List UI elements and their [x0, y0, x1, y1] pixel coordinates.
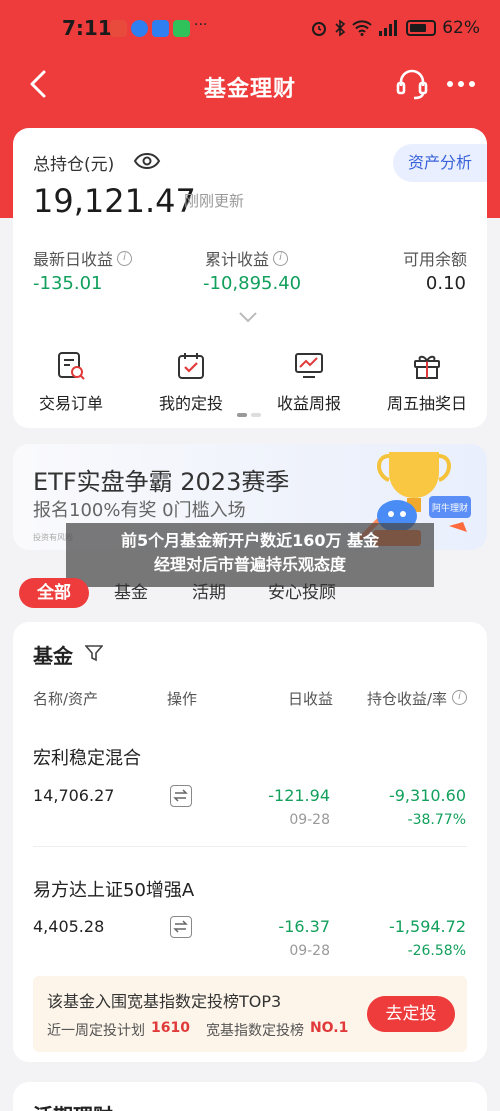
plan-label: 近一周定投计划: [47, 1023, 145, 1039]
battery-level: 62%: [442, 18, 480, 38]
wifi-icon: [352, 20, 372, 36]
info-icon[interactable]: i: [273, 250, 289, 266]
cumulative-income-value: -10,895.40: [203, 273, 302, 294]
shortcut-label: 交易订单: [38, 394, 103, 413]
shortcut-weekly-report[interactable]: 收益周报: [254, 350, 364, 414]
chart-monitor-icon: [295, 353, 323, 378]
gift-icon: [414, 355, 440, 379]
column-name-asset: 名称/资产: [33, 690, 99, 708]
total-holdings-label: 总持仓(元): [33, 155, 115, 175]
ranking-details: 近一周定投计划 1610 宽基指数定投榜 NO.1: [47, 1020, 348, 1040]
daily-income-label-text: 最新日收益: [33, 250, 114, 269]
fund-list-card: 基金 名称/资产 操作 日收益 持仓收益/率 i 宏利稳定混合 14,706.2…: [13, 622, 487, 1062]
fund-date: 09-28: [289, 812, 330, 828]
fund-ranking-promo: 该基金入围宽基指数定投榜TOP3 近一周定投计划 1610 宽基指数定投榜 NO…: [33, 976, 467, 1052]
column-holding-income: 持仓收益/率: [366, 690, 447, 708]
chat-notification-icon: [173, 20, 190, 37]
daily-income-label: 最新日收益 i: [33, 246, 133, 270]
fund-section-title: 基金: [33, 644, 73, 668]
alarm-icon: [312, 22, 327, 36]
fund-asset: 4,405.28: [33, 917, 105, 936]
order-search-icon: [58, 352, 85, 380]
shortcut-friday-lottery[interactable]: 周五抽奖日: [372, 350, 482, 414]
news-line-2: 经理对后市普遍持乐观态度: [153, 555, 346, 574]
status-bar: 7:11 ··· 62%: [0, 0, 500, 56]
info-icon[interactable]: i: [117, 250, 133, 266]
banner-title: ETF实盘争霸 2023赛季: [33, 468, 290, 496]
info-icon[interactable]: i: [452, 690, 467, 705]
search-notification-icon: [152, 20, 169, 37]
cumulative-income-label: 累计收益 i: [205, 246, 289, 270]
shortcut-my-plans[interactable]: 我的定投: [136, 350, 246, 414]
app-notification-icon: [110, 20, 127, 37]
available-balance-value: 0.10: [425, 273, 466, 294]
available-balance-label: 可用余额: [403, 246, 467, 270]
start-plan-button[interactable]: 去定投: [367, 996, 455, 1032]
rank-label: 宽基指数定投榜: [205, 1023, 304, 1039]
calendar-check-icon: [178, 353, 204, 379]
nav-bar: 基金理财: [0, 58, 500, 112]
shortcut-label: 周五抽奖日: [386, 394, 467, 413]
ranking-title: 该基金入围宽基指数定投榜TOP3: [47, 992, 282, 1011]
tab-fund[interactable]: 基金: [114, 578, 148, 608]
status-app-icons: ···: [110, 17, 212, 37]
fund-name: 宏利稳定混合: [33, 748, 141, 769]
plan-count: 1610: [151, 1020, 190, 1036]
fund-holding-rate: -38.77%: [407, 812, 466, 828]
asset-analysis-button[interactable]: 资产分析: [393, 144, 487, 182]
current-finance-title: 活期理财: [33, 1100, 113, 1111]
fund-asset: 14,706.27: [33, 786, 115, 805]
row-divider: [33, 846, 467, 847]
fund-daily-income: -16.37: [278, 917, 330, 936]
status-time: 7:11: [62, 16, 112, 40]
more-options-icon[interactable]: [444, 70, 478, 98]
rank-value: NO.1: [309, 1020, 349, 1036]
fund-name: 易方达上证50增强A: [33, 880, 195, 901]
tab-current[interactable]: 活期: [192, 578, 226, 608]
more-notifications-icon: ···: [194, 17, 208, 33]
news-line-1: 前5个月基金新开户数近160万 基金: [120, 531, 380, 550]
banner-subtitle: 报名100%有奖 0门槛入场: [33, 500, 246, 521]
shortcut-label: 收益周报: [276, 394, 341, 413]
art-text: 阿牛理财: [432, 502, 468, 514]
shortcut-label: 我的定投: [158, 394, 223, 413]
fund-daily-income: -121.94: [268, 786, 330, 805]
fund-holding-income: -9,310.60: [388, 786, 466, 805]
bluetooth-icon: [335, 19, 346, 37]
customer-service-icon[interactable]: [394, 66, 430, 102]
shortcut-trade-orders[interactable]: 交易订单: [16, 350, 126, 414]
filter-icon[interactable]: [85, 644, 103, 662]
transfer-icon[interactable]: [170, 785, 192, 807]
daily-income-value: -135.01: [33, 273, 103, 294]
transfer-icon[interactable]: [170, 916, 192, 938]
tab-advisory[interactable]: 安心投顾: [268, 578, 336, 608]
pagination-dots: [237, 413, 261, 417]
tab-all[interactable]: 全部: [19, 578, 89, 608]
current-finance-card: 活期理财: [13, 1082, 487, 1111]
browser-notification-icon: [131, 20, 148, 37]
signal-icon: [379, 20, 398, 36]
chevron-down-icon[interactable]: [237, 310, 259, 324]
fund-date: 09-28: [289, 943, 330, 959]
column-daily-income: 日收益: [287, 690, 333, 708]
column-operation: 操作: [167, 690, 198, 708]
total-holdings-value: 19,121.47: [33, 182, 196, 220]
cumulative-income-label-text: 累计收益: [205, 250, 270, 269]
eye-icon[interactable]: [133, 152, 161, 170]
holdings-summary-card: 总持仓(元) 资产分析 19,121.47 刚刚更新 最新日收益 i -135.…: [13, 128, 487, 428]
fund-holding-rate: -26.58%: [407, 943, 466, 959]
battery-icon: [406, 20, 437, 36]
update-status: 刚刚更新: [184, 192, 245, 210]
status-indicators: 62%: [310, 18, 480, 38]
fund-holding-income: -1,594.72: [388, 917, 466, 936]
available-balance-label-text: 可用余额: [402, 250, 467, 269]
